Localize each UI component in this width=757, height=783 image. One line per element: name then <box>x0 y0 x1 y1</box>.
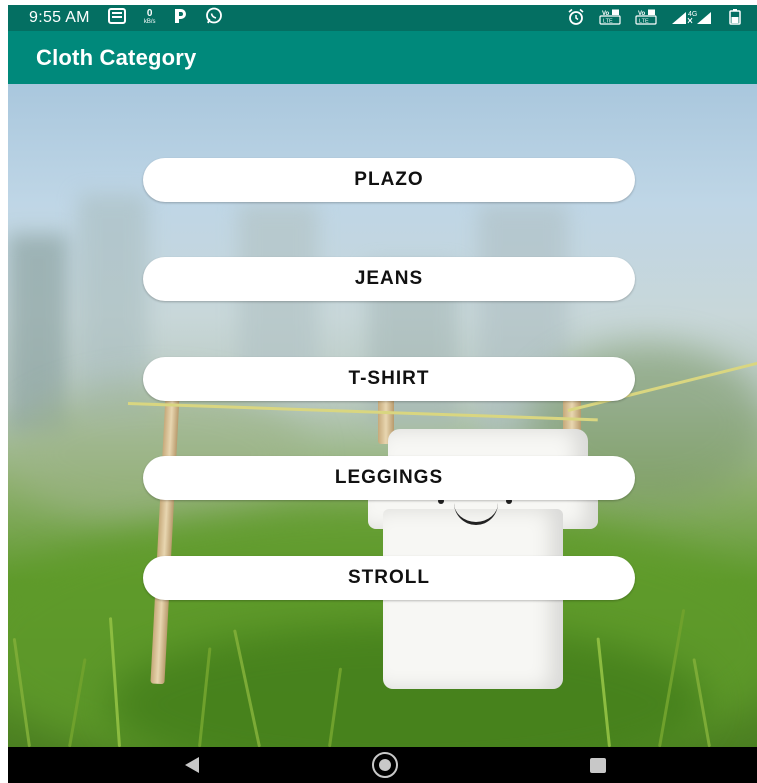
back-icon[interactable] <box>185 757 199 773</box>
svg-text:LTE: LTE <box>603 19 613 25</box>
battery-icon <box>729 9 741 30</box>
category-button-plazo[interactable]: PLAZO <box>143 158 635 202</box>
status-time: 9:55 AM <box>29 9 90 26</box>
category-button-stroll[interactable]: STROLL <box>143 556 635 600</box>
svg-text:Vo: Vo <box>602 11 610 17</box>
data-speed-icon: 0 kB/s <box>143 8 156 26</box>
category-button-tshirt[interactable]: T-SHIRT <box>143 357 635 401</box>
status-right-icons: Vo LTE Vo LTE 4G <box>567 8 741 31</box>
alarm-icon <box>567 8 585 31</box>
navigation-bar <box>8 747 757 783</box>
recents-icon[interactable] <box>590 758 606 773</box>
category-button-jeans[interactable]: JEANS <box>143 257 635 301</box>
parking-icon <box>173 8 187 29</box>
home-icon-inner <box>379 759 391 771</box>
svg-text:4G: 4G <box>688 11 697 18</box>
volte-sim2-icon: Vo LTE <box>635 9 657 30</box>
svg-text:Vo: Vo <box>638 11 646 17</box>
app-bar: Cloth Category <box>8 31 757 84</box>
data-speed-value: 0 <box>146 8 153 19</box>
category-list: PLAZO JEANS T-SHIRT LEGGINGS STROLL <box>8 84 757 747</box>
whatsapp-icon <box>205 7 223 30</box>
home-icon[interactable] <box>372 752 398 778</box>
data-speed-unit: kB/s <box>143 19 156 25</box>
content-area: PLAZO JEANS T-SHIRT LEGGINGS STROLL <box>8 84 757 747</box>
svg-text:LTE: LTE <box>639 19 649 25</box>
notes-icon <box>107 7 126 29</box>
signal-icon: 4G <box>671 9 715 30</box>
status-bar: 9:55 AM 0 kB/s Vo LTE Vo LTE 4G <box>8 5 757 31</box>
category-button-leggings[interactable]: LEGGINGS <box>143 456 635 500</box>
volte-sim1-icon: Vo LTE <box>599 9 621 30</box>
status-left-icons: 0 kB/s <box>107 7 224 30</box>
app-title: Cloth Category <box>36 44 197 70</box>
phone-screen: 9:55 AM 0 kB/s Vo LTE Vo LTE 4G Cloth Ca… <box>8 5 757 783</box>
